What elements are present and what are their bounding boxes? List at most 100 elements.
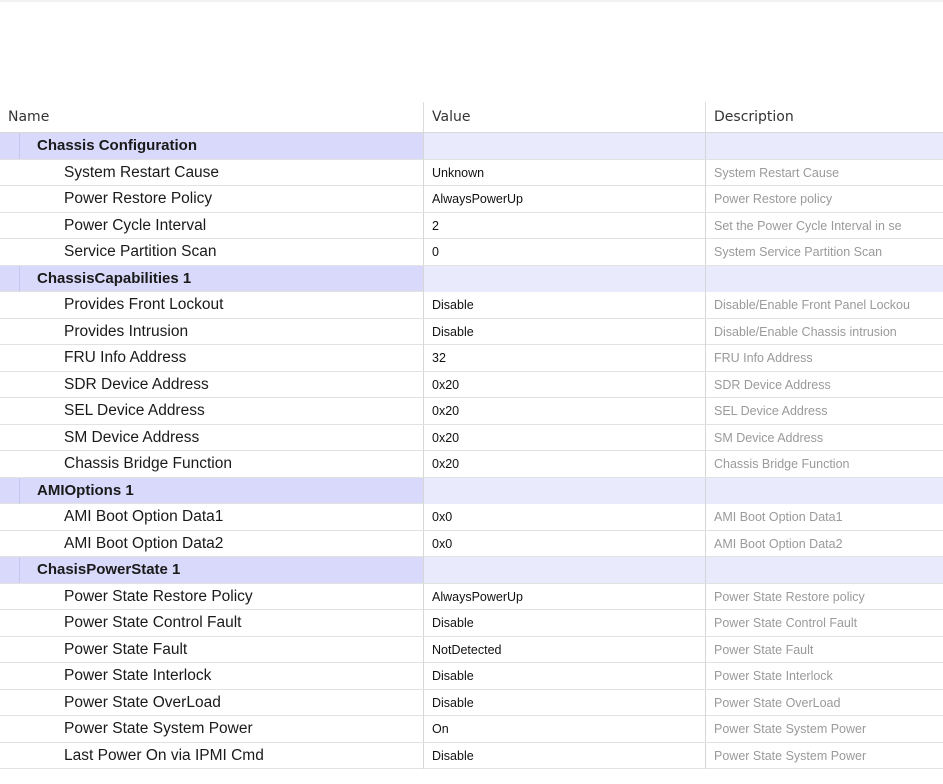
property-value[interactable]: 0x20	[424, 398, 706, 424]
property-value[interactable]: 0x20	[424, 451, 706, 477]
property-grid: Name Value Description Chassis Configura…	[0, 102, 943, 784]
property-value[interactable]: Disable	[424, 689, 706, 716]
property-description: Disable/Enable Front Panel Lockou	[714, 298, 910, 312]
group-title: ChasisPowerState 1	[0, 557, 424, 583]
property-row[interactable]: FRU Info Address 32 FRU Info Address	[0, 345, 943, 372]
property-description: Power State System Power	[714, 748, 867, 763]
property-value[interactable]: Disable	[424, 663, 706, 689]
property-name: FRU Info Address	[0, 345, 424, 371]
group-row[interactable]: ChasisPowerState 1	[0, 557, 943, 584]
property-row[interactable]: Last Power On via IPMI Cmd Disable Power S…	[0, 742, 943, 769]
column-header-description[interactable]: Description	[706, 102, 943, 132]
property-name: Provides Intrusion	[0, 318, 424, 345]
property-row[interactable]: Power State OverLoad Disable Power State O…	[0, 689, 943, 716]
group-title: ChassisCapabilities 1	[0, 265, 424, 292]
property-name: Power State System Power	[0, 716, 424, 742]
column-header-value[interactable]: Value	[424, 102, 706, 132]
top-bar	[0, 0, 943, 2]
property-name: Power State Fault	[0, 636, 424, 663]
property-row[interactable]: Power Cycle Interval 2 Set the Power Cycle…	[0, 212, 943, 239]
group-row[interactable]: Chassis Configuration	[0, 133, 943, 160]
property-name: Last Power On via IPMI Cmd	[0, 742, 424, 769]
group-value-cell	[424, 557, 706, 583]
property-name: Chassis Bridge Function	[0, 451, 424, 477]
property-name: Power State Restore Policy	[0, 583, 424, 610]
group-value-cell	[424, 477, 706, 504]
property-value[interactable]: 0x20	[424, 424, 706, 451]
property-row[interactable]: System Restart Cause Unknown System Restar…	[0, 159, 943, 186]
property-name: System Restart Cause	[0, 159, 424, 186]
property-name: Power Cycle Interval	[0, 212, 424, 239]
property-value[interactable]: On	[424, 716, 706, 742]
group-description-cell	[706, 265, 943, 292]
property-row[interactable]: Power Restore Policy AlwaysPowerUp Power R…	[0, 186, 943, 213]
group-value-cell	[424, 133, 706, 159]
property-description: AMI Boot Option Data2	[714, 536, 843, 551]
property-name: Power State OverLoad	[0, 689, 424, 716]
property-value[interactable]: Unknown	[424, 159, 706, 186]
property-value[interactable]: AlwaysPowerUp	[424, 186, 706, 212]
property-name: Service Partition Scan	[0, 239, 424, 265]
property-description: Set the Power Cycle Interval in se	[714, 218, 902, 233]
property-name: Power Restore Policy	[0, 186, 424, 212]
property-name: Power State Control Fault	[0, 610, 424, 636]
property-description: Power State Control Fault	[714, 616, 858, 630]
property-value[interactable]: 2	[424, 212, 706, 239]
property-description: SM Device Address	[714, 430, 824, 445]
property-row[interactable]: Power State System Power On Power State Sy…	[0, 716, 943, 743]
property-row[interactable]: Provides Front Lockout Disable Disable/Ena…	[0, 292, 943, 319]
property-name: Power State Interlock	[0, 663, 424, 689]
property-description: Disable/Enable Chassis intrusion	[714, 324, 897, 339]
property-value[interactable]: NotDetected	[424, 636, 706, 663]
property-row[interactable]: SEL Device Address 0x20 SEL Device Address	[0, 398, 943, 425]
property-value[interactable]: AlwaysPowerUp	[424, 583, 706, 610]
group-row[interactable]: ChassisCapabilities 1	[0, 265, 943, 292]
group-title: AMIOptions 1	[0, 477, 424, 504]
property-row[interactable]: Power State Restore Policy AlwaysPowerUp P…	[0, 583, 943, 610]
property-description: Power Restore policy	[714, 192, 833, 206]
property-name: AMI Boot Option Data1	[0, 504, 424, 530]
group-title: Chassis Configuration	[0, 133, 424, 159]
property-row[interactable]: Power State Fault NotDetected Power State …	[0, 636, 943, 663]
property-value[interactable]: 0	[424, 239, 706, 265]
property-description: FRU Info Address	[714, 351, 813, 365]
property-row[interactable]: AMI Boot Option Data2 0x0 AMI Boot Option …	[0, 530, 943, 557]
property-value[interactable]: Disable	[424, 610, 706, 636]
property-description: SEL Device Address	[714, 404, 828, 418]
property-value[interactable]: 0x0	[424, 504, 706, 530]
grid-header: Name Value Description	[0, 102, 943, 133]
property-description: SDR Device Address	[714, 377, 831, 392]
property-row[interactable]: AMI Boot Option Data1 0x0 AMI Boot Option …	[0, 504, 943, 531]
property-name: Provides Front Lockout	[0, 292, 424, 318]
property-description: Power State Restore policy	[714, 589, 865, 604]
property-description: Power State Interlock	[714, 669, 833, 683]
property-name: SM Device Address	[0, 424, 424, 451]
group-value-cell	[424, 265, 706, 292]
property-description: System Service Partition Scan	[714, 245, 883, 259]
column-header-name[interactable]: Name	[0, 102, 424, 132]
property-name: AMI Boot Option Data2	[0, 530, 424, 557]
group-row[interactable]: AMIOptions 1	[0, 477, 943, 504]
property-value[interactable]: Disable	[424, 292, 706, 318]
property-description: Chassis Bridge Function	[714, 457, 850, 471]
property-value[interactable]: 32	[424, 345, 706, 371]
group-description-cell	[706, 557, 943, 583]
property-description: Power State OverLoad	[714, 695, 841, 710]
property-value[interactable]: 0x20	[424, 371, 706, 398]
property-name: SDR Device Address	[0, 371, 424, 398]
property-row[interactable]: SDR Device Address 0x20 SDR Device Address	[0, 371, 943, 398]
property-row[interactable]: Chassis Bridge Function 0x20 Chassis Bridg…	[0, 451, 943, 478]
property-value[interactable]: 0x0	[424, 530, 706, 557]
property-description: Power State Fault	[714, 642, 814, 657]
property-description: System Restart Cause	[714, 165, 840, 180]
property-row[interactable]: SM Device Address 0x20 SM Device Address	[0, 424, 943, 451]
property-row[interactable]: Service Partition Scan 0 System Service Pa…	[0, 239, 943, 266]
property-row[interactable]: Power State Control Fault Disable Power St…	[0, 610, 943, 637]
property-value[interactable]: Disable	[424, 742, 706, 769]
property-value[interactable]: Disable	[424, 318, 706, 345]
property-row[interactable]: Provides Intrusion Disable Disable/Enable …	[0, 318, 943, 345]
property-row[interactable]: Power State Interlock Disable Power State …	[0, 663, 943, 690]
property-name: SEL Device Address	[0, 398, 424, 424]
property-description: Power State System Power	[714, 722, 867, 736]
property-description: AMI Boot Option Data1	[714, 510, 843, 524]
